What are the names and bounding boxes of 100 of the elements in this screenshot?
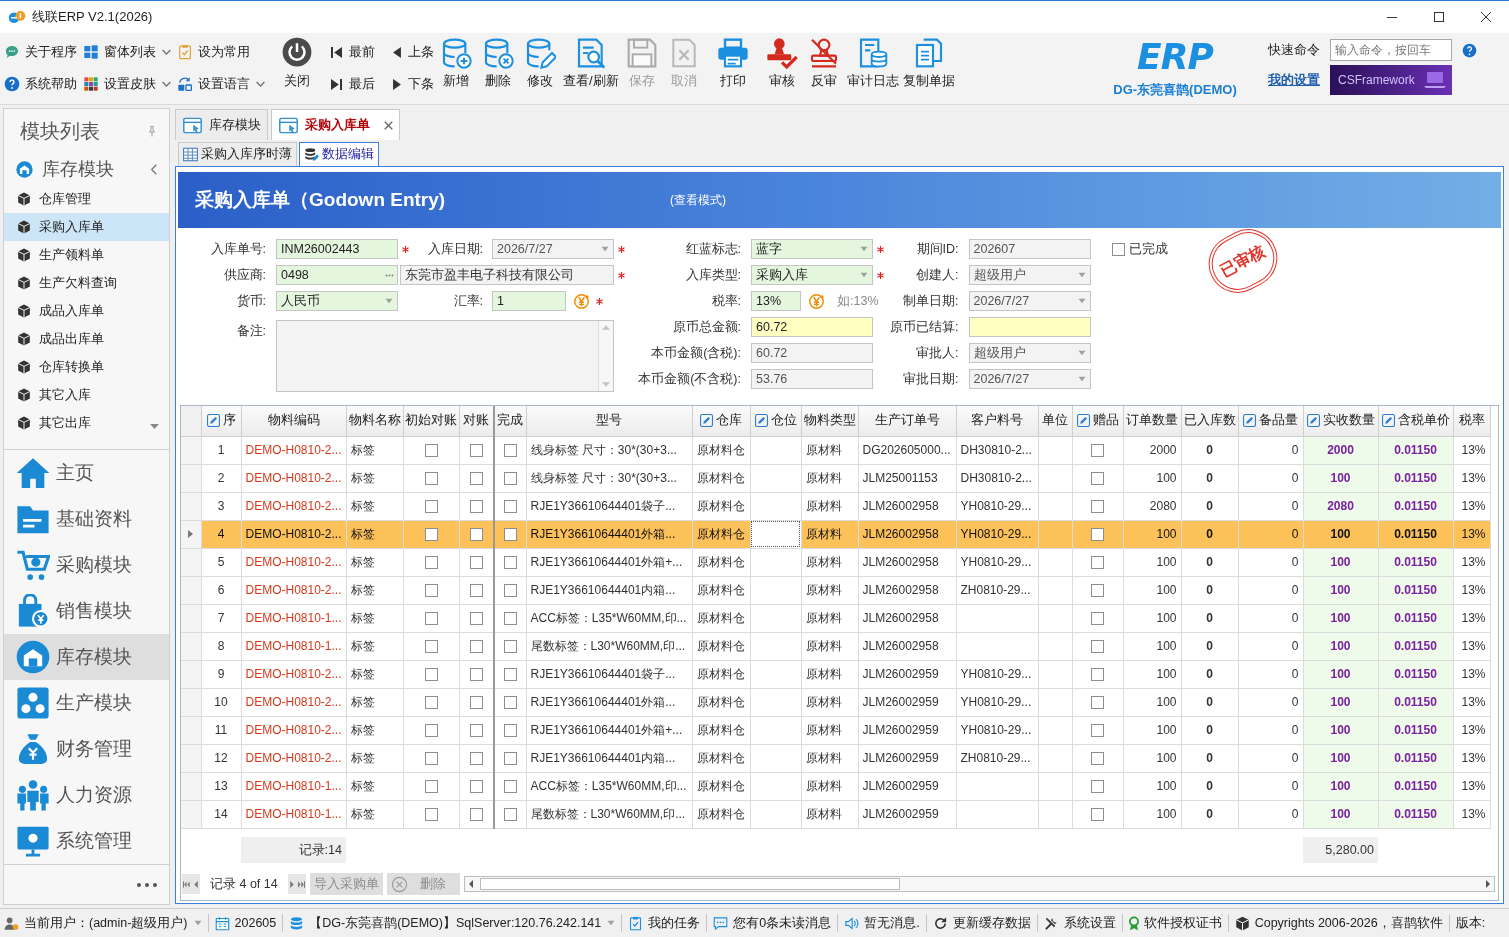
checkbox[interactable]: [503, 807, 517, 821]
checkbox[interactable]: [424, 611, 438, 625]
checkbox[interactable]: [469, 723, 483, 737]
checkbox[interactable]: [503, 499, 517, 513]
module-button[interactable]: 主页: [4, 450, 169, 496]
previous-record-button[interactable]: [191, 874, 200, 894]
table-row[interactable]: 5 DEMO-H0810-2... 标签 RJE1Y36610644401外箱+... 原材料仓 原材料 JLM26002958 YH0810-29... 100 0 0 100 0.01150 13%: [181, 548, 1490, 576]
status-item[interactable]: Copyrights 2006-2026，喜鹊软件: [1234, 912, 1443, 934]
table-row[interactable]: 1 DEMO-H0810-2... 标签 线身标签 尺寸：30*(30+3... 原材料仓 原材料 DG202605000... DH30810-2... 2000 0 0 2000 0.01150 13%: [181, 436, 1490, 464]
date-field[interactable]: 2026/7/27: [968, 369, 1091, 389]
nav-item[interactable]: 仓库管理: [4, 185, 169, 213]
checkbox[interactable]: [469, 639, 483, 653]
table-row[interactable]: 13 DEMO-H0810-1... 标签 ACC标签：L35*W60MM,印... 原材料仓 原材料 JLM26002959 100 0 0 100 0.01150 13%: [181, 772, 1490, 800]
checkbox[interactable]: [469, 779, 483, 793]
column-header[interactable]: 备品量: [1238, 406, 1303, 436]
nav-item[interactable]: 生产欠料查询: [4, 269, 169, 297]
column-header[interactable]: 生产订单号: [858, 406, 956, 436]
dropdown-field[interactable]: 采购入库: [751, 265, 873, 285]
ribbon-button[interactable]: 关于程序: [4, 36, 77, 68]
nav-item[interactable]: 其它入库: [4, 381, 169, 409]
ribbon-button[interactable]: 窗体列表: [83, 36, 171, 68]
column-header[interactable]: 税率: [1453, 406, 1490, 436]
checkbox[interactable]: [1091, 667, 1104, 681]
checkbox[interactable]: [1091, 779, 1104, 793]
toolbar-button[interactable]: 反审: [802, 37, 845, 89]
module-button[interactable]: 生产模块: [4, 680, 169, 726]
column-header[interactable]: 仓位: [750, 406, 801, 436]
table-row[interactable]: 14 DEMO-H0810-1... 标签 尾数标签：L30*W60MM,印... 原材料仓 原材料 JLM26002959 100 0 0 100 0.01150 13%: [181, 800, 1490, 828]
column-header[interactable]: 仓库: [692, 406, 750, 436]
status-item[interactable]: 版本:: [1455, 912, 1486, 934]
module-button[interactable]: 系统管理: [4, 818, 169, 864]
table-row[interactable]: 3 DEMO-H0810-2... 标签 RJE1Y36610644401袋子... 原材料仓 原材料 JLM26002958 YH0810-29... 2080 0 0 2080 0.01150 13%: [181, 492, 1490, 520]
column-header[interactable]: 物料类型: [801, 406, 858, 436]
module-button[interactable]: 库存模块: [4, 634, 169, 680]
last-record-button[interactable]: [296, 874, 306, 894]
close-module-button[interactable]: 关闭: [275, 37, 319, 89]
text-field[interactable]: 53.76: [751, 369, 873, 389]
column-header[interactable]: 型号: [526, 406, 692, 436]
tab[interactable]: 库存模块: [175, 109, 268, 140]
checkbox[interactable]: [1091, 527, 1104, 541]
checkbox[interactable]: [1091, 723, 1104, 737]
status-item[interactable]: 202605: [214, 912, 277, 934]
checkbox[interactable]: [469, 667, 483, 681]
ribbon-button[interactable]: 设置皮肤: [83, 68, 171, 100]
checkbox[interactable]: [469, 807, 483, 821]
checkbox[interactable]: [503, 667, 517, 681]
checkbox[interactable]: [1091, 583, 1104, 597]
module-button[interactable]: 基础资料: [4, 496, 169, 542]
checkbox[interactable]: [469, 499, 483, 513]
checkbox[interactable]: [503, 695, 517, 709]
status-item[interactable]: 您有0条未读消息: [713, 912, 832, 934]
text-field[interactable]: 202607: [968, 239, 1091, 259]
checkbox[interactable]: [1091, 639, 1104, 653]
checkbox[interactable]: [424, 695, 438, 709]
first-record-button[interactable]: [182, 874, 191, 894]
checkbox[interactable]: [469, 443, 483, 457]
column-header[interactable]: 含税单价: [1378, 406, 1453, 436]
checkbox[interactable]: [469, 695, 483, 709]
checkbox[interactable]: [503, 583, 517, 597]
nav-item[interactable]: 成品入库单: [4, 297, 169, 325]
column-header[interactable]: 赠品: [1072, 406, 1123, 436]
checkbox[interactable]: [424, 779, 438, 793]
status-item[interactable]: 更新缓存数据: [932, 912, 1031, 934]
checkbox[interactable]: [424, 583, 438, 597]
checkbox[interactable]: [469, 527, 483, 541]
toolbar-button[interactable]: 删除: [477, 37, 519, 89]
checkbox[interactable]: [469, 471, 483, 485]
table-row[interactable]: 9 DEMO-H0810-2... 标签 RJE1Y36610644401袋子... 原材料仓 原材料 JLM26002959 YH0810-29... 100 0 0 100 0.01150 13%: [181, 660, 1490, 688]
checkbox[interactable]: [503, 443, 517, 457]
text-field[interactable]: INM26002443: [276, 239, 398, 259]
table-row[interactable]: 10 DEMO-H0810-2... 标签 RJE1Y36610644401外箱... 原材料仓 原材料 JLM26002959 YH0810-29... 100 0 0 100 0.01150 13%: [181, 688, 1490, 716]
checkbox[interactable]: [1091, 807, 1104, 821]
nav-button[interactable]: 上条: [393, 36, 434, 68]
column-header[interactable]: 对账: [459, 406, 494, 436]
subtab[interactable]: 数据编辑: [299, 142, 379, 166]
column-header[interactable]: 物料编码: [241, 406, 346, 436]
status-item[interactable]: 当前用户：(admin-超级用户): [4, 912, 202, 934]
checkbox[interactable]: [424, 471, 438, 485]
checkbox[interactable]: [1111, 242, 1125, 256]
text-field[interactable]: 13%: [751, 291, 801, 311]
ribbon-button[interactable]: 设为常用: [177, 36, 265, 68]
next-record-button[interactable]: [287, 874, 297, 894]
table-row[interactable]: 7 DEMO-H0810-1... 标签 ACC标签：L35*W60MM,印... 原材料仓 原材料 JLM26002958 100 0 0 100 0.01150 13%: [181, 604, 1490, 632]
status-item[interactable]: 我的任务: [628, 912, 701, 934]
checkbox[interactable]: [469, 583, 483, 597]
pin-button[interactable]: [149, 125, 155, 137]
nav-group-header[interactable]: 库存模块: [4, 153, 169, 185]
more-button[interactable]: [137, 882, 157, 887]
module-button[interactable]: 财务管理: [4, 726, 169, 772]
checkbox[interactable]: [1091, 555, 1104, 569]
subtab[interactable]: 采购入库序时薄: [178, 142, 297, 166]
status-item[interactable]: 系统设置: [1043, 912, 1116, 934]
scrollbar-thumb[interactable]: [479, 878, 900, 890]
checkbox[interactable]: [424, 751, 438, 765]
checkbox[interactable]: [1091, 471, 1104, 485]
checkbox[interactable]: [424, 807, 438, 821]
checkbox[interactable]: [503, 611, 517, 625]
table-row[interactable]: 2 DEMO-H0810-2... 标签 线身标签 尺寸：30*(30+3... 原材料仓 原材料 JLM25001153 DH30810-2... 100 0 0 100 0.01150 13%: [181, 464, 1490, 492]
checkbox[interactable]: [424, 667, 438, 681]
checkbox[interactable]: [503, 723, 517, 737]
